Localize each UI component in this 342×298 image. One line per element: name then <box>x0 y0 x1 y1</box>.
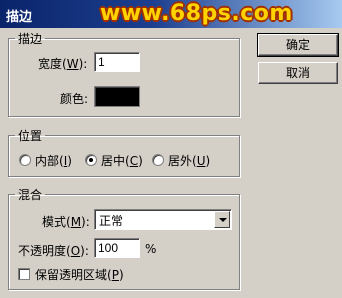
color-label: 颜色: <box>60 92 89 106</box>
blend-group-legend: 混合 <box>18 188 43 202</box>
width-input[interactable] <box>94 52 140 72</box>
color-swatch[interactable] <box>94 86 140 107</box>
title-bar: 描边 www.68ps.com <box>0 0 342 28</box>
radio-center-label: 居中(C) <box>101 154 143 168</box>
radio-inside[interactable] <box>19 154 31 166</box>
cancel-button[interactable]: 取消 <box>258 62 338 84</box>
ok-button[interactable]: 确定 <box>257 33 339 57</box>
stroke-group-legend: 描边 <box>18 32 43 46</box>
mode-select[interactable]: 正常 <box>94 209 232 230</box>
opacity-unit: % <box>145 242 157 256</box>
mode-label: 模式(M): <box>42 215 90 229</box>
preserve-transparency-checkbox[interactable] <box>18 268 30 280</box>
window-title: 描边 <box>6 10 33 25</box>
width-label: 宽度(W): <box>38 57 88 71</box>
radio-inside-label: 内部(I) <box>35 154 72 168</box>
preserve-transparency-label: 保留透明区域(P) <box>35 268 124 282</box>
opacity-input[interactable] <box>94 238 140 258</box>
radio-outside-label: 居外(U) <box>168 154 211 168</box>
radio-center[interactable] <box>85 154 97 166</box>
watermark-logo: www.68ps.com <box>100 1 293 26</box>
mode-select-value: 正常 <box>99 214 124 228</box>
chevron-down-icon[interactable] <box>214 211 230 228</box>
radio-outside[interactable] <box>152 154 164 166</box>
position-group-legend: 位置 <box>18 129 43 143</box>
opacity-label: 不透明度(O): <box>18 244 89 258</box>
